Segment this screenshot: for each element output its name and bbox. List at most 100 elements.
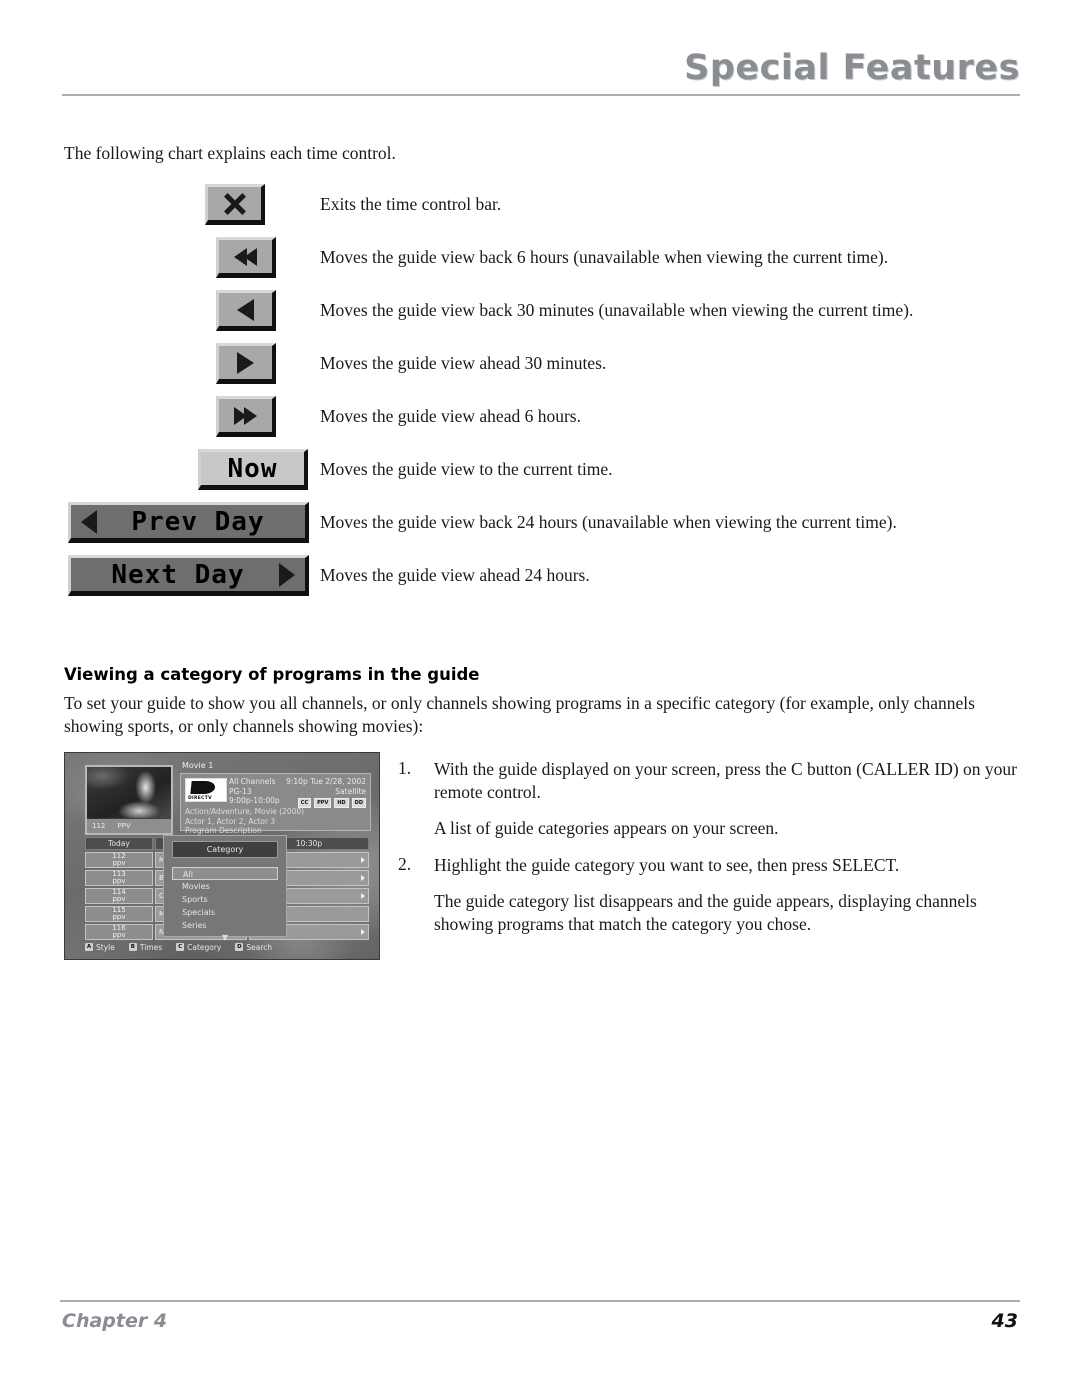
channel-cell[interactable]: 115 ppv	[85, 906, 153, 922]
time-control-chart: Exits the time control bar. Moves the gu…	[0, 182, 1080, 606]
chart-row: Moves the guide view ahead 30 minutes.	[0, 341, 1080, 394]
right-arrow-glyph	[237, 351, 254, 374]
double-left-arrow-glyph	[234, 247, 257, 266]
info-right-column: 9:10p Tue 2/28, 2002 Satellite	[286, 777, 366, 796]
left-arrow-glyph	[237, 298, 254, 321]
video-preview: 112 PPV	[85, 765, 173, 835]
steps-list: 1. With the guide displayed on your scre…	[398, 758, 1018, 939]
next-day-icon[interactable]: Next Day	[68, 555, 309, 596]
close-x-icon[interactable]	[205, 184, 265, 225]
category-item-specials[interactable]: Specials	[172, 906, 278, 919]
bottom-bar-times-label: Times	[139, 942, 163, 952]
category-menu-title: Category	[172, 841, 278, 858]
rewind-double-icon[interactable]	[216, 237, 276, 278]
button-cell	[0, 235, 305, 288]
info-badges: CC PPV HD DD	[297, 798, 366, 808]
bottom-bar-times[interactable]: B Times	[128, 942, 163, 952]
button-cell	[0, 394, 305, 447]
category-item-movies[interactable]: Movies	[172, 880, 278, 893]
guide-ui: 112 PPV Movie 1 DIRECTV All Channels PG-…	[65, 753, 379, 959]
more-arrow-icon	[361, 875, 365, 881]
chart-row: Now Moves the guide view to the current …	[0, 447, 1080, 500]
preview-scene	[87, 767, 171, 818]
preview-type: PPV	[117, 822, 131, 830]
prev-day-icon[interactable]: Prev Day	[68, 502, 309, 543]
channel-type: ppv	[112, 913, 126, 921]
chart-description: Moves the guide view to the current time…	[320, 459, 613, 479]
forward-single-icon[interactable]	[216, 343, 276, 384]
page-title: Special Features	[684, 48, 1020, 88]
button-cell	[0, 182, 305, 235]
header-divider	[62, 94, 1020, 96]
chart-row: Moves the guide view ahead 6 hours.	[0, 394, 1080, 447]
section-heading: Viewing a category of programs in the gu…	[64, 665, 480, 684]
info-cast: Actor 1, Actor 2, Actor 3	[185, 816, 276, 826]
chart-description: Moves the guide view ahead 24 hours.	[320, 565, 590, 585]
more-arrow-icon	[361, 857, 365, 863]
bottom-bar-style[interactable]: A Style	[85, 943, 115, 952]
forward-double-icon[interactable]	[216, 396, 276, 437]
footer-chapter: Chapter 4	[62, 1310, 168, 1332]
channel-type: ppv	[112, 895, 126, 903]
step-subtext: A list of guide categories appears on yo…	[434, 818, 779, 838]
chart-description: Exits the time control bar.	[320, 194, 502, 214]
step-number: 1.	[398, 758, 412, 778]
chart-description: Moves the guide view ahead 6 hours.	[320, 406, 581, 426]
channel-type: ppv	[112, 877, 126, 885]
x-glyph	[222, 191, 248, 217]
step-subtext: The guide category list disappears and t…	[434, 891, 977, 934]
now-button-label: Now	[227, 453, 278, 484]
category-menu-list: All Movies Sports Specials Series	[172, 867, 278, 932]
chart-description: Moves the guide view back 30 minutes (un…	[320, 300, 914, 320]
program-info-panel: DIRECTV All Channels PG-13 9:00p-10:00p …	[180, 773, 371, 835]
step-text: With the guide displayed on your screen,…	[434, 759, 1018, 802]
footer-divider	[60, 1300, 1020, 1302]
guide-screenshot: 112 PPV Movie 1 DIRECTV All Channels PG-…	[64, 752, 380, 960]
key-badge-d: D	[235, 943, 244, 951]
double-right-arrow-glyph	[234, 406, 257, 425]
section-body: To set your guide to show you all channe…	[64, 693, 975, 736]
chart-description: Moves the guide view ahead 30 minutes.	[320, 353, 607, 373]
next-day-label: Next Day	[111, 559, 245, 590]
directv-logo-icon: DIRECTV	[185, 778, 227, 802]
more-arrow-icon	[361, 929, 365, 935]
chart-row: Moves the guide view back 30 minutes (un…	[0, 288, 1080, 341]
prev-day-label: Prev Day	[131, 506, 265, 537]
footer-page-number: 43	[991, 1310, 1018, 1332]
button-cell: Next Day	[0, 553, 309, 606]
button-cell	[0, 288, 305, 341]
manual-page: Special Features The following chart exp…	[0, 0, 1080, 1397]
channel-type: ppv	[112, 931, 126, 939]
info-genre: Action/Adventure, Movie (2000)	[185, 807, 305, 816]
now-button-icon[interactable]: Now	[198, 449, 308, 490]
badge-dd: DD	[351, 798, 366, 808]
info-left-column: All Channels PG-13 9:00p-10:00p	[229, 777, 280, 806]
category-item-sports[interactable]: Sports	[172, 893, 278, 906]
channel-cell[interactable]: 112 ppv	[85, 852, 153, 868]
key-badge-a: A	[85, 943, 93, 951]
info-rating: PG-13	[229, 786, 252, 796]
channel-cell[interactable]: 113 ppv	[85, 870, 153, 886]
guide-bottom-bar: A Style B Times C Category D Search	[85, 941, 371, 953]
preview-label: 112 PPV	[87, 819, 171, 833]
category-item-series[interactable]: Series	[172, 919, 278, 932]
key-badge-c: C	[176, 943, 185, 951]
channel-cell[interactable]: 116 ppv	[85, 924, 153, 940]
intro-paragraph: The following chart explains each time c…	[64, 143, 396, 163]
bottom-bar-category[interactable]: C Category	[176, 943, 221, 952]
step-item: 2. Highlight the guide category you want…	[398, 854, 1018, 936]
channel-cell[interactable]: 114 ppv	[85, 888, 153, 904]
preview-channel: 112	[92, 822, 106, 830]
bottom-bar-search[interactable]: D Search	[235, 943, 272, 952]
step-text: Highlight the guide category you want to…	[434, 854, 900, 875]
step-item: 1. With the guide displayed on your scre…	[398, 758, 1018, 840]
category-item-all[interactable]: All	[172, 867, 278, 880]
info-airtime: 9:00p-10:00p	[229, 796, 280, 805]
button-cell: Prev Day	[0, 500, 309, 553]
back-single-icon[interactable]	[216, 290, 276, 331]
movie-title: Movie 1	[182, 761, 214, 770]
category-menu[interactable]: Category All Movies Sports Specials Seri…	[163, 835, 287, 942]
chart-row: Next Day Moves the guide view ahead 24 h…	[0, 553, 1080, 606]
chart-row: Exits the time control bar.	[0, 182, 1080, 235]
chart-row: Moves the guide view back 6 hours (unava…	[0, 235, 1080, 288]
